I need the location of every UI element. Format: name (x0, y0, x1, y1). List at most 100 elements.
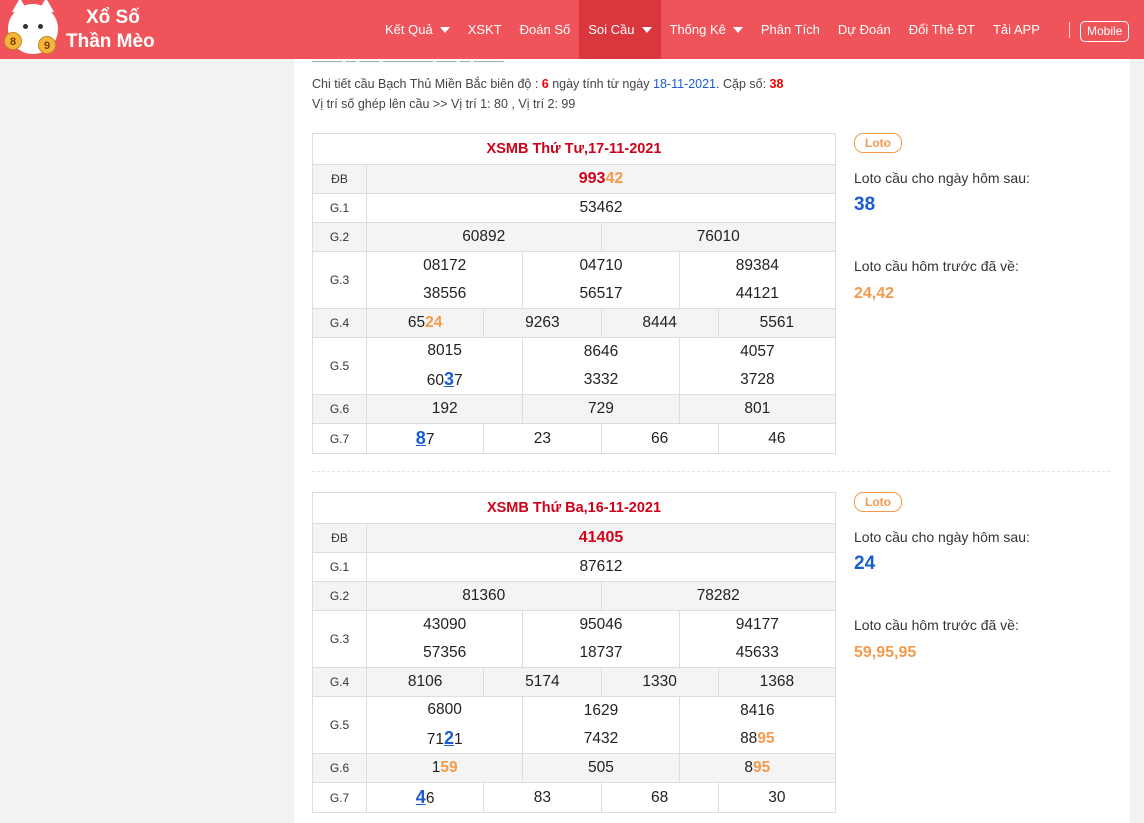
nav-du-doan[interactable]: Dự Đoán (829, 0, 900, 59)
row-g7: G.7 46 83 68 30 (313, 783, 835, 812)
prize-g1: 87612 (579, 558, 623, 575)
nav-xskt[interactable]: XSKT (459, 0, 511, 59)
row-g7: G.7 87 23 66 46 (313, 424, 835, 453)
position-line: Vị trí số ghép lên cầu >> Vị trí 1: 80 ,… (312, 97, 576, 111)
nav-ket-qua[interactable]: Kết Quả (376, 0, 459, 59)
clipped-heading-fragment: ▂▂▂ ▂ ▂▂ ▂▂▂▂▂ ▂▂ ▂ ▂▂▂ (312, 54, 504, 62)
row-db: ĐB 99342 (313, 165, 835, 194)
prize-g3: 95046 18737 (523, 611, 680, 667)
label-g5: G.5 (313, 697, 367, 753)
prize-g1: 53462 (579, 199, 623, 216)
nav-divider (1068, 21, 1070, 38)
lottery-ball-icon: 8 (4, 32, 22, 50)
prev-day-label: Loto cầu hôm trước đã về: (854, 258, 1019, 274)
prize-g6: 192 (367, 395, 524, 423)
row-g3: G.3 43090 57356 95046 18737 94177 45633 (313, 611, 835, 668)
label-g2: G.2 (313, 582, 367, 610)
prize-db: 99342 (578, 170, 624, 187)
prize-g7: 30 (768, 788, 786, 806)
result-table-1: XSMB Thứ Tư,17-11-2021 ĐB 99342 G.1 5346… (312, 133, 836, 454)
prize-db: 41405 (578, 529, 624, 546)
prev-day-label: Loto cầu hôm trước đã về: (854, 617, 1019, 633)
result-title: XSMB Thứ Ba,16-11-2021 (313, 493, 835, 524)
site-logo[interactable]: 8 9 Xổ Số Thần Mèo (0, 0, 180, 59)
label-db: ĐB (313, 165, 367, 193)
prize-g7: 68 (602, 783, 719, 812)
nav-tai-app[interactable]: Tải APP (984, 0, 1049, 59)
next-day-value[interactable]: 38 (854, 194, 875, 216)
prize-g4: 8106 (367, 668, 485, 696)
main-nav: Kết Quả XSKT Đoán Số Soi Cầu Thống Kê Ph… (376, 0, 1085, 59)
row-g4: G.4 8106 5174 1330 1368 (313, 668, 835, 697)
prize-g4: 1368 (759, 673, 795, 690)
prize-g4: 5561 (759, 314, 795, 331)
prize-g6: 729 (523, 395, 680, 423)
prize-g4: 5174 (484, 668, 602, 696)
prize-g3: 89384 44121 (735, 257, 779, 302)
prize-g5: 6800 7121 (367, 697, 524, 753)
prize-g7: 66 (602, 424, 719, 453)
prize-g2: 60892 (367, 223, 602, 251)
prize-g2: 78282 (696, 587, 740, 604)
label-g1: G.1 (313, 553, 367, 581)
prize-g2: 81360 (367, 582, 602, 610)
loto-side-1: Loto Loto cầu cho ngày hôm sau: 38 Loto … (854, 133, 1104, 313)
prize-g2: 76010 (696, 228, 740, 245)
row-g6: G.6 192 729 801 (313, 395, 835, 424)
caret-down-icon (439, 26, 450, 33)
brand-name-line2: Thần Mèo (66, 31, 155, 52)
lottery-ball-icon: 9 (38, 36, 56, 54)
next-day-label: Loto cầu cho ngày hôm sau: (854, 529, 1030, 545)
label-g5: G.5 (313, 338, 367, 394)
prize-g4: 1330 (602, 668, 719, 696)
prize-g5: 4057 3728 (740, 343, 775, 388)
row-g1: G.1 87612 (313, 553, 835, 582)
prize-g7: 23 (484, 424, 602, 453)
row-g4: G.4 6524 9263 8444 5561 (313, 309, 835, 338)
prize-g3: 94177 45633 (735, 616, 779, 661)
prize-g7: 46 (367, 783, 485, 812)
prize-g4: 6524 (367, 309, 485, 337)
prize-g4: 9263 (484, 309, 602, 337)
row-g5: G.5 6800 7121 1629 7432 8416 8895 (313, 697, 835, 754)
label-g6: G.6 (313, 395, 367, 423)
prize-g3: 43090 57356 (367, 611, 524, 667)
prev-day-value: 24,42 (854, 285, 895, 302)
mobile-button[interactable]: Mobile (1080, 21, 1130, 42)
prize-g5: 8646 3332 (523, 338, 680, 394)
next-day-label: Loto cầu cho ngày hôm sau: (854, 170, 1030, 186)
label-g1: G.1 (313, 194, 367, 222)
prize-g7: 83 (484, 783, 602, 812)
label-g4: G.4 (313, 668, 367, 696)
prize-g4: 8444 (602, 309, 719, 337)
result-title: XSMB Thứ Tư,17-11-2021 (313, 134, 835, 165)
start-date: 18-11-2021 (653, 77, 717, 91)
cap-so-value: 38 (769, 77, 784, 91)
prize-g5: 8015 6037 (367, 338, 524, 394)
row-g3: G.3 08172 38556 04710 56517 89384 44121 (313, 252, 835, 309)
row-g6: G.6 159 505 895 (313, 754, 835, 783)
caret-down-icon (732, 26, 743, 33)
label-g3: G.3 (313, 611, 367, 667)
next-day-value[interactable]: 24 (854, 553, 875, 575)
label-g6: G.6 (313, 754, 367, 782)
label-g7: G.7 (313, 783, 367, 812)
nav-phan-tich[interactable]: Phân Tích (752, 0, 829, 59)
prize-g6: 159 (367, 754, 524, 782)
row-db: ĐB 41405 (313, 524, 835, 553)
label-g7: G.7 (313, 424, 367, 453)
top-navbar: 8 9 Xổ Số Thần Mèo Kết Quả XSKT Đoán Số … (0, 0, 1144, 59)
nav-doan-so[interactable]: Đoán Số (511, 0, 580, 59)
row-g1: G.1 53462 (313, 194, 835, 223)
nav-thong-ke[interactable]: Thống Kê (661, 0, 752, 59)
caret-down-icon (641, 26, 652, 33)
row-g5: G.5 8015 6037 8646 3332 4057 3728 (313, 338, 835, 395)
result-table-2: XSMB Thứ Ba,16-11-2021 ĐB 41405 G.1 8761… (312, 492, 836, 813)
prize-g5: 1629 7432 (523, 697, 680, 753)
label-g2: G.2 (313, 223, 367, 251)
nav-soi-cau[interactable]: Soi Cầu (579, 0, 661, 59)
nav-doi-the-dt[interactable]: Đổi Thẻ ĐT (900, 0, 984, 59)
row-g2: G.2 60892 76010 (313, 223, 835, 252)
cau-detail-line: Chi tiết cầu Bạch Thủ Miền Bắc biên độ :… (312, 77, 784, 91)
prize-g6: 505 (523, 754, 680, 782)
